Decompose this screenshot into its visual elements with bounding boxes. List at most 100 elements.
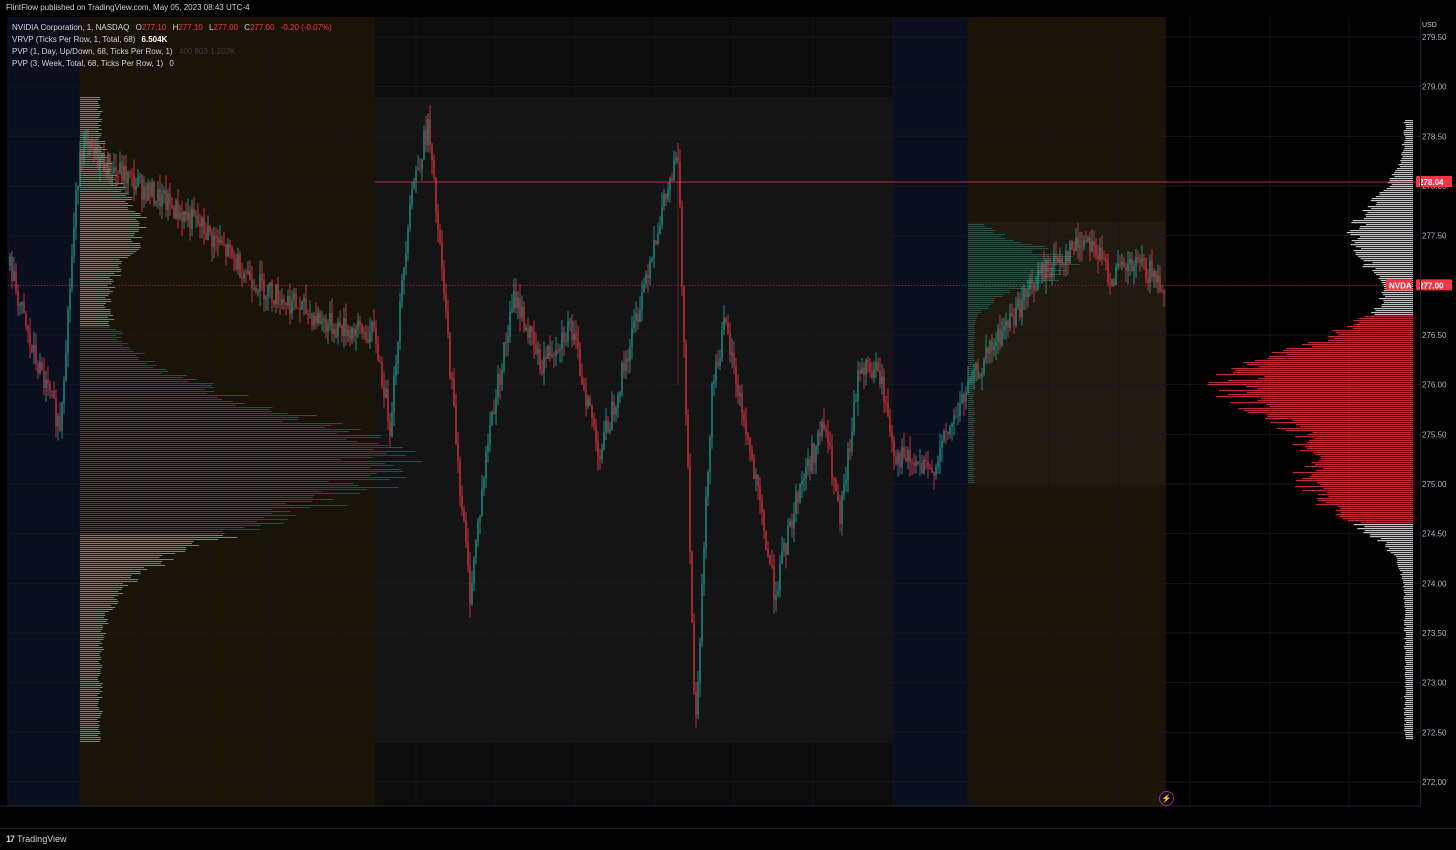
profile-row (1270, 422, 1413, 424)
profile-row (1401, 154, 1413, 156)
profile-row (80, 575, 132, 576)
profile-row (80, 211, 136, 212)
candle-body (247, 270, 249, 274)
profile-row (1350, 234, 1413, 236)
candle-body (509, 311, 511, 337)
candle-body (743, 412, 745, 422)
profile-row (80, 497, 313, 498)
candle-body (475, 539, 477, 557)
candle-body (619, 392, 621, 396)
tradingview-logo[interactable]: 17 TradingView (6, 834, 67, 844)
candle-body (849, 448, 851, 452)
profile-row (1283, 350, 1413, 352)
profile-row (1403, 134, 1413, 136)
lightning-icon[interactable]: ⚡ (1159, 791, 1174, 806)
candle-body (1161, 290, 1163, 292)
profile-row (80, 389, 206, 390)
profile-row (1264, 418, 1413, 420)
profile-row (80, 215, 141, 216)
candle-body (185, 211, 187, 220)
profile-row (968, 322, 976, 323)
profile-row (968, 346, 974, 347)
profile-row (80, 313, 111, 314)
candle-body (803, 478, 805, 481)
profile-row (968, 406, 973, 407)
profile-row (1353, 524, 1413, 526)
profile-row (80, 121, 102, 122)
profile-row (968, 444, 975, 445)
profile-row (1362, 210, 1413, 212)
candle-body (1137, 257, 1139, 260)
candle-body (145, 186, 147, 201)
price-chart[interactable]: 279.50279.00278.50278.00277.50277.00276.… (0, 17, 1456, 807)
profile-row (968, 462, 975, 463)
candle-body (325, 318, 327, 332)
profile-row (80, 307, 106, 308)
candle-body (67, 308, 69, 353)
profile-row (80, 451, 416, 452)
candle-body (83, 142, 85, 160)
candle-body (63, 380, 65, 404)
profile-row (80, 303, 107, 304)
profile-row (1403, 596, 1413, 598)
legend-change: -0.20 (-0.07%) (280, 23, 332, 32)
profile-row (80, 431, 349, 432)
candle-body (747, 433, 749, 439)
currency-label[interactable]: USD (1422, 22, 1437, 29)
candle-body (1039, 270, 1041, 274)
profile-row (80, 229, 139, 230)
candle-body (1071, 241, 1073, 249)
candle-body (349, 329, 351, 339)
candle-body (961, 394, 963, 404)
candle-body (951, 423, 953, 427)
profile-row (1371, 198, 1413, 200)
profile-row (80, 189, 123, 190)
profile-row (968, 232, 994, 233)
candle-body (189, 212, 191, 229)
legend-row-symbol[interactable]: NVIDIA Corporation, 1, NASDAQ O277.10 H2… (12, 22, 332, 34)
profile-row (1231, 368, 1413, 370)
profile-row (80, 373, 162, 374)
profile-row (1397, 564, 1413, 566)
profile-row (80, 457, 373, 458)
profile-row (1352, 328, 1413, 330)
candle-body (991, 341, 993, 351)
candle-body (847, 448, 849, 481)
legend-row-pvp-week[interactable]: PVP (3, Week, Total, 68, Ticks Per Row, … (12, 58, 332, 70)
profile-row (1380, 538, 1413, 540)
profile-row (968, 292, 1010, 293)
profile-row (80, 555, 163, 556)
profile-row (1381, 306, 1413, 308)
candle-body (157, 189, 159, 202)
profile-row (1379, 298, 1413, 300)
profile-row (1375, 196, 1413, 198)
candle-body (981, 373, 983, 377)
candle-body (255, 287, 257, 293)
profile-row (80, 435, 382, 436)
candle-body (673, 160, 675, 181)
candle-body (429, 119, 431, 146)
candle-body (829, 443, 831, 447)
candle-body (1091, 240, 1093, 252)
candle-body (459, 461, 461, 496)
profile-row (1402, 572, 1413, 574)
profile-row (1404, 656, 1413, 658)
profile-row (1404, 140, 1413, 142)
profile-row (1404, 720, 1413, 722)
profile-row (80, 613, 105, 614)
candle-body (411, 189, 413, 205)
profile-row (80, 425, 332, 426)
candle-body (43, 370, 45, 388)
candle-body (251, 279, 253, 289)
profile-row (80, 499, 334, 500)
candle-body (601, 449, 603, 460)
legend-row-pvp-day[interactable]: PVP (1, Day, Up/Down, 68, Ticks Per Row,… (12, 46, 332, 58)
legend-pvp-day-values: 400 803 1.202K (178, 47, 236, 56)
candle-body (947, 432, 949, 435)
candle-body (827, 431, 829, 444)
profile-row (80, 715, 101, 716)
profile-row (1355, 252, 1413, 254)
legend-row-vrvp[interactable]: VRVP (Ticks Per Row, 1, Total, 68) 6.504… (12, 34, 332, 46)
profile-row (1306, 448, 1413, 450)
profile-row (80, 599, 118, 600)
